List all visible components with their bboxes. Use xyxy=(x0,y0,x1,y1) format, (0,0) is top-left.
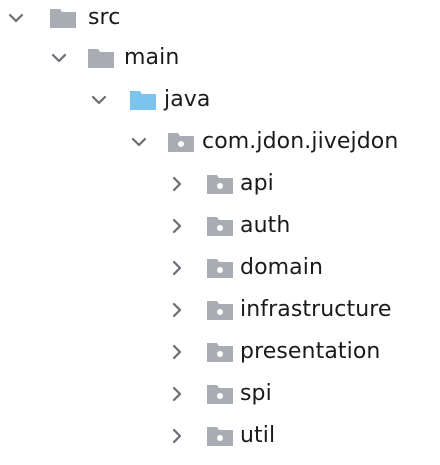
chevron-right-icon[interactable] xyxy=(166,173,188,195)
tree-node-label: main xyxy=(124,45,180,70)
chevron-right-icon[interactable] xyxy=(166,425,188,447)
tree-node-auth[interactable]: auth xyxy=(0,206,290,246)
chevron-down-icon[interactable] xyxy=(88,89,110,111)
tree-node-infrastructure[interactable]: infrastructure xyxy=(0,290,392,330)
folder-icon xyxy=(48,6,78,30)
chevron-down-icon[interactable] xyxy=(48,47,70,69)
package-folder-icon xyxy=(205,424,235,448)
package-folder-icon xyxy=(205,256,235,280)
tree-node-label: util xyxy=(240,423,276,448)
chevron-down-icon[interactable] xyxy=(5,7,27,29)
chevron-down-icon[interactable] xyxy=(128,131,150,153)
chevron-right-icon[interactable] xyxy=(166,215,188,237)
folder-icon xyxy=(86,46,116,70)
chevron-right-icon[interactable] xyxy=(166,341,188,363)
tree-node-com-jdon-jivejdon[interactable]: com.jdon.jivejdon xyxy=(0,122,398,162)
tree-node-label: com.jdon.jivejdon xyxy=(202,129,399,154)
tree-node-label: spi xyxy=(240,381,272,406)
tree-node-src[interactable]: src xyxy=(0,0,120,38)
package-folder-icon xyxy=(205,340,235,364)
tree-node-util[interactable]: util xyxy=(0,416,275,456)
tree-node-label: java xyxy=(164,87,211,112)
tree-node-api[interactable]: api xyxy=(0,164,274,204)
tree-node-label: domain xyxy=(240,255,323,280)
tree-node-main[interactable]: main xyxy=(0,38,179,78)
tree-node-presentation[interactable]: presentation xyxy=(0,332,380,372)
package-folder-icon xyxy=(205,214,235,238)
tree-node-spi[interactable]: spi xyxy=(0,374,272,414)
source-folder-icon xyxy=(128,88,158,112)
chevron-right-icon[interactable] xyxy=(166,383,188,405)
package-folder-icon xyxy=(205,298,235,322)
tree-node-label: api xyxy=(240,171,274,196)
tree-node-label: src xyxy=(88,5,121,30)
project-tree: src main java com.jdon.jivejdon api auth… xyxy=(0,0,440,465)
chevron-right-icon[interactable] xyxy=(166,299,188,321)
tree-node-label: auth xyxy=(240,213,291,238)
chevron-right-icon[interactable] xyxy=(166,257,188,279)
package-folder-icon xyxy=(205,172,235,196)
tree-node-java[interactable]: java xyxy=(0,80,211,120)
tree-node-label: presentation xyxy=(240,339,381,364)
package-folder-icon xyxy=(205,382,235,406)
tree-node-domain[interactable]: domain xyxy=(0,248,323,288)
package-folder-icon xyxy=(166,130,196,154)
tree-node-label: infrastructure xyxy=(240,297,392,322)
